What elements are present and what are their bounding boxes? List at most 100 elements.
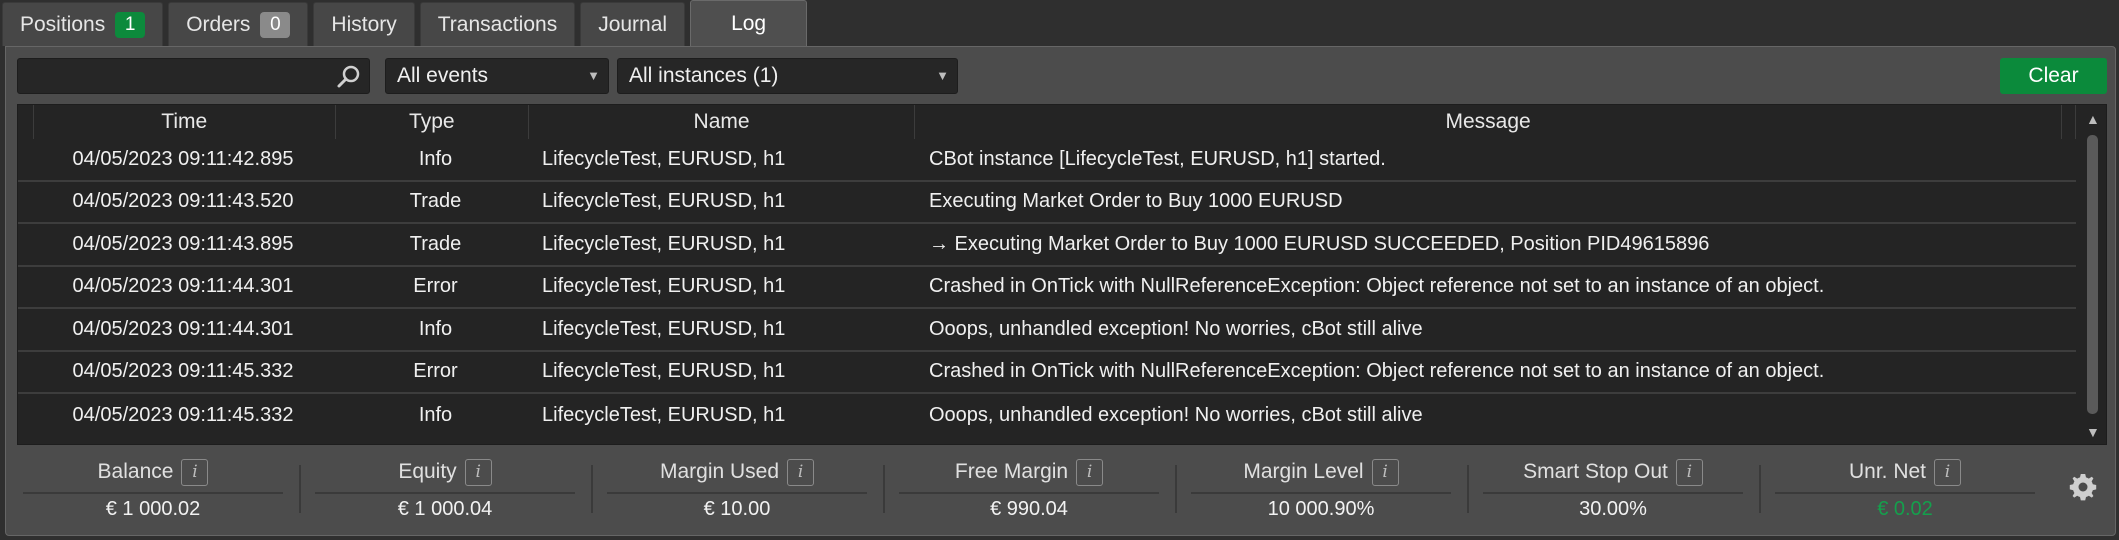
stat-label: Margin Level i	[1185, 459, 1457, 486]
chevron-down-icon: ▼	[936, 68, 949, 83]
table-row[interactable]: 04/05/2023 09:11:45.332 Error LifecycleT…	[18, 351, 2076, 394]
tab-label: Positions	[20, 12, 106, 36]
events-filter-select[interactable]: All events ▼	[385, 58, 609, 94]
stat-value: € 1 000.02	[105, 498, 201, 520]
chevron-down-icon: ▼	[587, 68, 600, 83]
stat-smart-stop-out: Smart Stop Out i 30.00%	[1477, 451, 1749, 531]
stat-label-text: Margin Used	[659, 460, 780, 484]
divider	[883, 465, 885, 513]
tab-bar: Positions 1 Orders 0 History Transaction…	[0, 0, 2119, 46]
info-icon[interactable]: i	[1371, 459, 1399, 486]
stat-value: € 0.02	[1877, 498, 1933, 520]
column-header-name[interactable]: Name	[529, 105, 916, 139]
stat-value: € 10.00	[703, 498, 771, 520]
info-icon[interactable]: i	[787, 459, 815, 486]
stat-label: Margin Used i	[601, 459, 873, 486]
stat-value: € 990.04	[990, 498, 1068, 520]
table-row[interactable]: 04/05/2023 09:11:44.301 Info LifecycleTe…	[18, 309, 2076, 352]
tab-label: Log	[731, 11, 767, 35]
cell-type: Info	[418, 403, 453, 426]
cell-message: Crashed in OnTick with NullReferenceExce…	[929, 360, 1825, 383]
events-filter-value: All events	[397, 64, 489, 87]
cell-message: Ooops, unhandled exception! No worries, …	[929, 403, 1423, 426]
stat-value: 10 000.90%	[1267, 498, 1375, 520]
instances-filter-select[interactable]: All instances (1) ▼	[617, 58, 958, 94]
tab-log[interactable]: Log	[690, 0, 808, 46]
divider	[1759, 465, 1761, 513]
tab-positions[interactable]: Positions 1	[2, 2, 164, 46]
cell-message: Crashed in OnTick with NullReferenceExce…	[929, 275, 1825, 298]
tab-orders[interactable]: Orders 0	[168, 2, 309, 46]
header-spacer	[2062, 105, 2077, 139]
cell-name: LifecycleTest, EURUSD, h1	[542, 360, 786, 383]
stat-label-text: Free Margin	[954, 460, 1069, 484]
tab-label: Transactions	[437, 12, 558, 36]
divider	[1175, 465, 1177, 513]
table-row[interactable]: 04/05/2023 09:11:43.895 Trade LifecycleT…	[18, 224, 2076, 267]
cell-time: 04/05/2023 09:11:42.895	[72, 147, 294, 170]
table-row[interactable]: 04/05/2023 09:11:42.895 Info LifecycleTe…	[18, 139, 2076, 182]
clear-button[interactable]: Clear	[2000, 58, 2107, 94]
orders-count-badge: 0	[260, 11, 291, 38]
cell-type: Trade	[409, 190, 462, 213]
table-row[interactable]: 04/05/2023 09:11:44.301 Error LifecycleT…	[18, 266, 2076, 309]
divider	[1483, 492, 1743, 494]
column-header-time[interactable]: Time	[34, 105, 336, 139]
cell-type: Trade	[409, 232, 462, 255]
info-icon[interactable]: i	[1675, 459, 1703, 486]
column-header-message[interactable]: Message	[915, 105, 2063, 139]
stat-margin-level: Margin Level i 10 000.90%	[1185, 451, 1457, 531]
stat-label-text: Equity	[398, 460, 457, 484]
stat-label-text: Balance	[97, 460, 174, 484]
cell-name: LifecycleTest, EURUSD, h1	[542, 403, 786, 426]
stat-label: Smart Stop Out i	[1477, 459, 1749, 486]
scroll-up-arrow-icon[interactable]: ▲	[2086, 111, 2100, 127]
info-icon[interactable]: i	[1076, 459, 1104, 486]
column-header-type[interactable]: Type	[336, 105, 530, 139]
account-summary: Balance i € 1 000.02 Equity i € 1 000.04 M…	[17, 451, 2107, 531]
table-row[interactable]: 04/05/2023 09:11:43.520 Trade LifecycleT…	[18, 181, 2076, 224]
stat-equity: Equity i € 1 000.04	[309, 451, 581, 531]
log-panel: All events ▼ All instances (1) ▼ Clear T…	[5, 46, 2116, 536]
divider	[1191, 492, 1451, 494]
stat-label: Equity i	[309, 459, 581, 486]
scroll-down-arrow-icon[interactable]: ▼	[2086, 424, 2100, 440]
divider	[1775, 492, 2035, 494]
stat-balance: Balance i € 1 000.02	[17, 451, 289, 531]
cell-message: CBot instance [LifecycleTest, EURUSD, h1…	[929, 147, 1386, 170]
divider	[299, 465, 301, 513]
table-header: Time Type Name Message	[18, 105, 2077, 139]
tab-transactions[interactable]: Transactions	[419, 2, 576, 46]
tab-journal[interactable]: Journal	[580, 2, 686, 46]
cell-time: 04/05/2023 09:11:45.332	[72, 403, 294, 426]
trading-panel: Positions 1 Orders 0 History Transaction…	[0, 0, 2119, 540]
positions-count-badge: 1	[115, 11, 146, 38]
stat-margin-used: Margin Used i € 10.00	[601, 451, 873, 531]
search-input[interactable]	[18, 59, 369, 93]
cell-name: LifecycleTest, EURUSD, h1	[542, 232, 786, 255]
divider	[23, 492, 283, 494]
gear-icon[interactable]	[2067, 471, 2099, 503]
divider	[1467, 465, 1469, 513]
scrollbar-thumb[interactable]	[2087, 135, 2098, 414]
stat-label: Free Margin i	[893, 459, 1165, 486]
cell-message: → Executing Market Order to Buy 1000 EUR…	[929, 232, 1710, 255]
vertical-scrollbar[interactable]: ▲ ▼	[2078, 105, 2106, 444]
cell-name: LifecycleTest, EURUSD, h1	[542, 190, 786, 213]
stat-value: 30.00%	[1579, 498, 1647, 520]
table-row[interactable]: 04/05/2023 09:11:45.332 Info LifecycleTe…	[18, 394, 2076, 437]
log-table: Time Type Name Message 04/05/2023 09:11:…	[17, 104, 2107, 445]
search-icon[interactable]	[335, 63, 363, 91]
divider	[607, 492, 867, 494]
tab-history[interactable]: History	[313, 2, 415, 46]
info-icon[interactable]: i	[181, 459, 209, 486]
search-box	[17, 58, 370, 94]
stat-unrealized-net: Unr. Net i € 0.02	[1769, 451, 2041, 531]
tab-label: Journal	[598, 12, 668, 36]
instances-filter-value: All instances (1)	[629, 64, 779, 87]
info-icon[interactable]: i	[464, 459, 492, 486]
cell-message: Executing Market Order to Buy 1000 EURUS…	[929, 190, 1343, 213]
info-icon[interactable]: i	[1934, 459, 1962, 486]
cell-type: Error	[413, 360, 458, 383]
divider	[899, 492, 1159, 494]
